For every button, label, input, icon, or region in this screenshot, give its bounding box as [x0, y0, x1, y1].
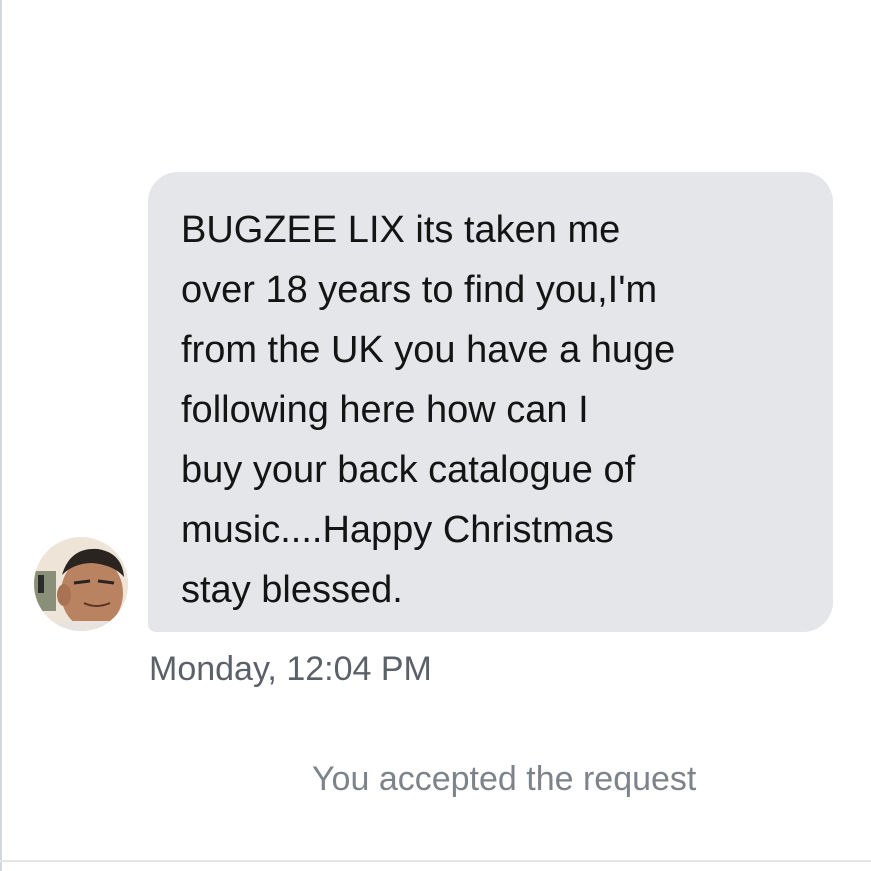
divider — [0, 860, 871, 862]
conversation-view: BUGZEE LIX its taken me over 18 years to… — [0, 0, 871, 871]
message-timestamp: Monday, 12:04 PM — [149, 650, 432, 688]
request-accepted-note: You accepted the request — [312, 760, 697, 798]
message-bubble[interactable]: BUGZEE LIX its taken me over 18 years to… — [148, 172, 833, 632]
window-edge — [0, 0, 2, 871]
avatar-photo — [34, 537, 128, 631]
avatar[interactable] — [34, 537, 128, 631]
message-text: BUGZEE LIX its taken me over 18 years to… — [181, 209, 676, 611]
